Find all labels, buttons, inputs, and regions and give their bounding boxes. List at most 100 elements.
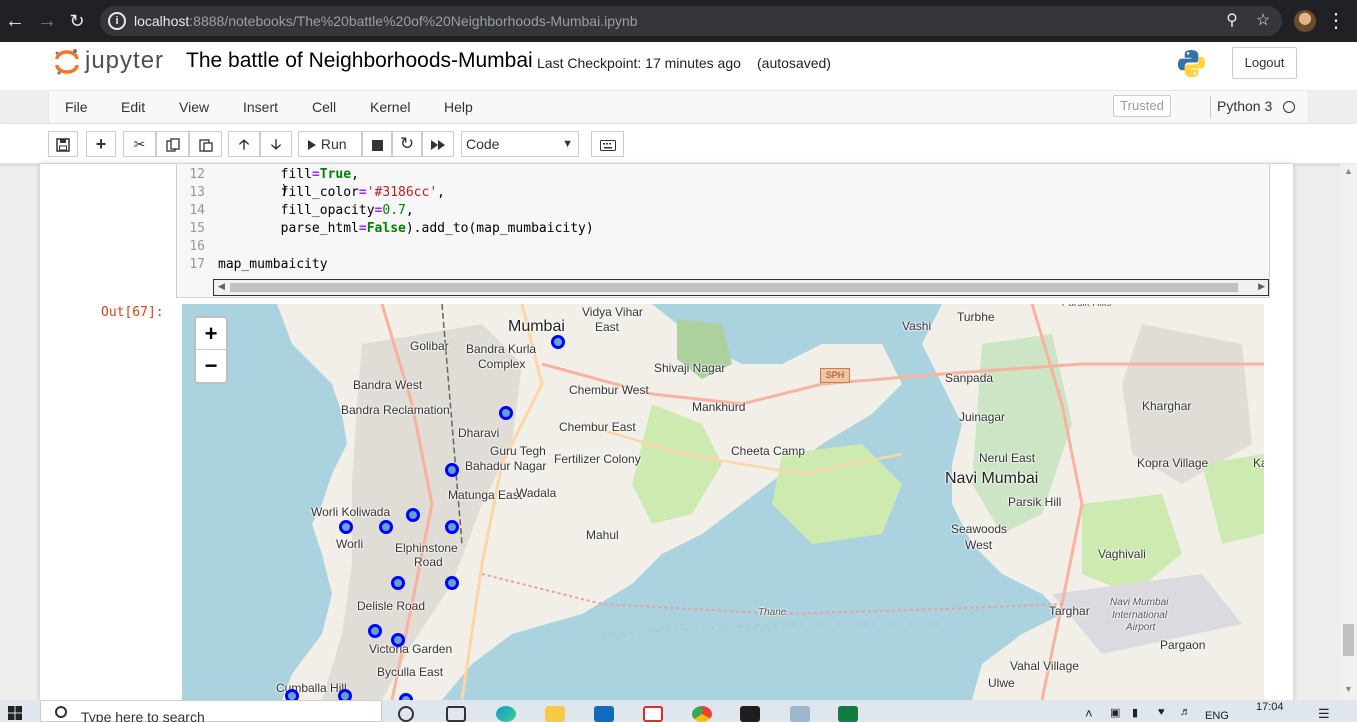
chrome-icon[interactable]	[692, 706, 712, 722]
map-place-label: Golibar	[410, 339, 449, 353]
circle-marker[interactable]	[368, 624, 382, 638]
chevron-down-icon: ▼	[562, 138, 573, 150]
site-info-icon[interactable]: i	[108, 12, 126, 30]
circle-marker[interactable]	[379, 520, 393, 534]
tray-network-icon[interactable]: ▣	[1110, 706, 1120, 719]
cut-button[interactable]: ✂	[123, 131, 156, 157]
notification-icon[interactable]: ☰	[1318, 706, 1330, 722]
map-place-label: East	[595, 320, 620, 334]
interrupt-button[interactable]	[362, 131, 392, 157]
map-place-label: Shivaji Nagar	[654, 361, 726, 375]
code-horizontal-scrollbar[interactable]: ◀ ▶	[213, 279, 1269, 296]
tray-clock[interactable]: 17:04	[1256, 701, 1284, 713]
move-up-button[interactable]: 🡡	[228, 131, 260, 157]
menu-edit[interactable]: Edit	[121, 99, 145, 115]
logout-button[interactable]: Logout	[1232, 47, 1297, 79]
circle-marker[interactable]	[445, 463, 459, 477]
move-down-button[interactable]: 🡣	[260, 131, 292, 157]
code-cell-input[interactable]: ) 12 fill=True, 13 fill_color='#3186cc', 1…	[176, 164, 1270, 298]
app-icon[interactable]	[790, 706, 810, 722]
windows-start-icon[interactable]	[8, 706, 22, 720]
jupyter-logo-text[interactable]: jupyter	[85, 47, 164, 75]
folium-map[interactable]: SPH Mumbai Vidya Vihar East Golibar Bandra K…	[182, 304, 1264, 700]
circle-marker[interactable]	[445, 520, 459, 534]
taskbar-search-box[interactable]: Type here to search	[40, 700, 382, 722]
tray-wifi-icon[interactable]: ♥	[1158, 706, 1165, 718]
menu-kernel[interactable]: Kernel	[370, 99, 410, 115]
cell-type-select[interactable]: Code ▼	[461, 131, 579, 157]
tray-volume-icon[interactable]: ♬	[1180, 706, 1191, 718]
mail-icon[interactable]	[594, 706, 614, 722]
scroll-up-icon[interactable]: ▲	[1344, 166, 1353, 176]
copy-icon	[165, 138, 180, 152]
bookmark-star-icon[interactable]: ☆	[1253, 11, 1273, 31]
browser-menu-icon[interactable]: ⋮	[1326, 8, 1346, 34]
excel-icon[interactable]	[838, 706, 858, 722]
menu-cell[interactable]: Cell	[312, 99, 336, 115]
kernel-name[interactable]: Python 3	[1217, 98, 1272, 114]
restart-run-all-button[interactable]	[422, 131, 454, 157]
circle-marker[interactable]	[339, 520, 353, 534]
map-place-label: Worli Koliwada	[311, 505, 391, 519]
insert-cell-button[interactable]: +	[86, 131, 116, 157]
profile-avatar[interactable]	[1294, 10, 1316, 32]
circle-marker[interactable]	[399, 693, 413, 700]
reload-icon[interactable]: ↻	[64, 8, 90, 34]
menu-view[interactable]: View	[179, 99, 209, 115]
scroll-left-icon[interactable]: ◀	[218, 281, 225, 292]
file-explorer-icon[interactable]	[545, 706, 565, 722]
page-scrollbar[interactable]: ▲ ▼	[1340, 164, 1357, 700]
map-place-label: Kalar	[1253, 456, 1264, 470]
circle-marker[interactable]	[391, 633, 405, 647]
edge-icon[interactable]	[496, 706, 516, 722]
terminal-icon[interactable]	[740, 706, 760, 722]
copy-button[interactable]	[156, 131, 189, 157]
trusted-indicator[interactable]: Trusted	[1113, 95, 1171, 117]
code-text: fill=True,	[218, 167, 359, 182]
scroll-down-icon[interactable]: ▼	[1344, 684, 1353, 694]
task-view-icon[interactable]	[446, 706, 466, 722]
output-prompt: Out[67]:	[101, 305, 164, 320]
save-button[interactable]	[48, 131, 78, 157]
circle-marker[interactable]	[551, 335, 565, 349]
forward-arrow-icon[interactable]: →	[34, 8, 60, 34]
address-bar[interactable]: i localhost:8888/notebooks/The%20battle%…	[100, 6, 1282, 36]
circle-marker[interactable]	[445, 576, 459, 590]
map-place-label: Bahadur Nagar	[465, 459, 547, 473]
circle-marker[interactable]	[499, 406, 513, 420]
road-badge: SPH	[820, 368, 850, 383]
notebook-title[interactable]: The battle of Neighborhoods-Mumbai	[186, 49, 533, 73]
map-place-label: Vahal Village	[1010, 659, 1079, 673]
code-text: fill_opacity=0.7,	[218, 203, 414, 218]
zoom-in-button[interactable]: +	[196, 318, 226, 350]
jupyter-logo-icon[interactable]	[53, 48, 81, 76]
circle-marker[interactable]	[391, 576, 405, 590]
scroll-right-icon[interactable]: ▶	[1258, 281, 1265, 292]
circle-marker[interactable]	[406, 508, 420, 522]
circle-marker[interactable]	[338, 689, 352, 700]
run-button[interactable]: Run	[298, 131, 362, 157]
tray-battery-icon[interactable]: ▮	[1132, 706, 1138, 719]
line-number: 16	[189, 239, 205, 254]
back-arrow-icon[interactable]: ←	[2, 8, 28, 34]
command-palette-button[interactable]	[591, 131, 624, 157]
paste-button[interactable]	[189, 131, 222, 157]
restart-button[interactable]: ↻	[392, 131, 422, 157]
menu-help[interactable]: Help	[444, 99, 473, 115]
zoom-out-button[interactable]: −	[196, 350, 226, 382]
code-text: parse_html=False).add_to(map_mumbaicity)	[218, 221, 594, 236]
restart-icon: ↻	[399, 134, 415, 153]
tray-chevron-up-icon[interactable]: ˄	[1085, 706, 1093, 721]
page-scrollbar-thumb[interactable]	[1343, 624, 1354, 656]
map-place-label: Bandra Reclamation	[341, 403, 450, 417]
paste-icon	[198, 139, 213, 152]
circle-marker[interactable]	[285, 689, 299, 700]
tray-language[interactable]: ENG	[1205, 710, 1229, 722]
menu-file[interactable]: File	[65, 99, 88, 115]
cortana-icon[interactable]	[398, 706, 414, 722]
zoom-magnifier-icon[interactable]: ⚲	[1222, 11, 1242, 31]
menu-insert[interactable]: Insert	[243, 99, 278, 115]
scrollbar-thumb[interactable]	[230, 283, 1238, 292]
gmail-icon[interactable]	[643, 706, 663, 722]
map-place-label: Targhar	[1049, 604, 1090, 618]
